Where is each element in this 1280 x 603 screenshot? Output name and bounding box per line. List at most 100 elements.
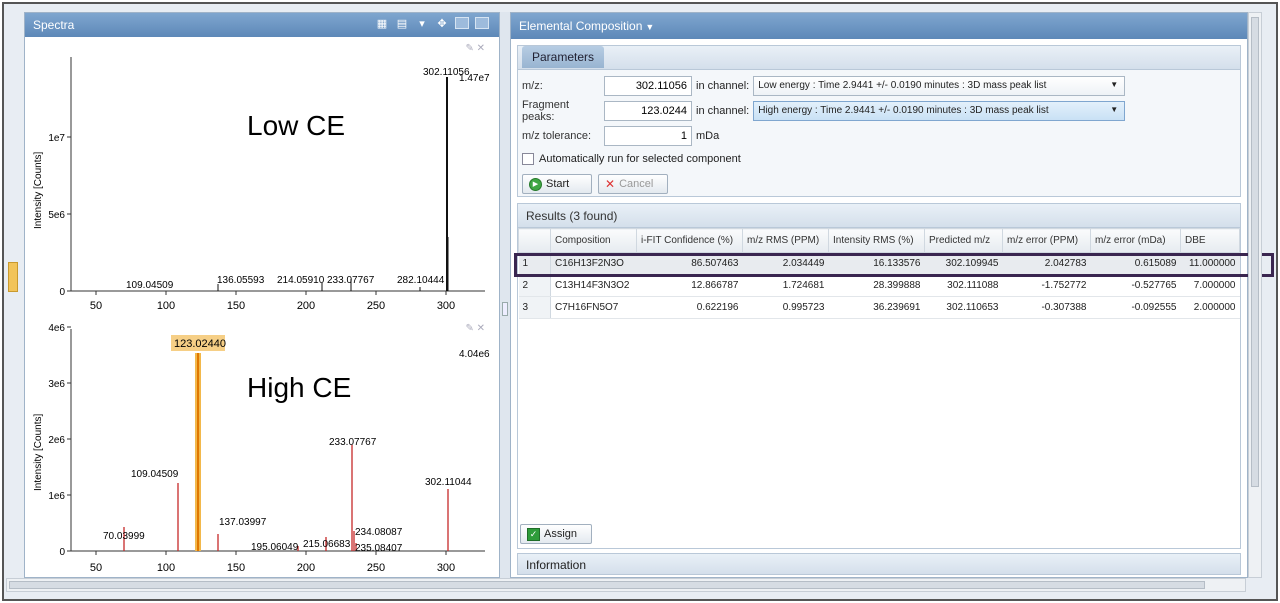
peak-label: 109.04509 (131, 469, 179, 480)
y-axis-title: Intensity [Counts] (33, 414, 44, 491)
peak-label: 235.08407 (355, 543, 403, 554)
check-icon: ✓ (527, 527, 540, 541)
start-label: Start (546, 178, 570, 190)
pane-splitter[interactable] (500, 12, 510, 578)
fragment-row: Fragment peaks: in channel: High energy … (522, 99, 1126, 123)
error-ppm-cell: -0.307388 (1002, 296, 1091, 319)
composition-cell: C7H16FN5O7 (550, 296, 637, 319)
scrollbar-thumb[interactable] (9, 581, 1205, 589)
fragment-input[interactable] (604, 101, 692, 121)
peak-label: 136.05593 (217, 275, 265, 286)
table-row[interactable]: 2 C13H14F3N3O2 12.866787 1.724681 28.399… (518, 274, 1240, 297)
collapse-handle[interactable] (8, 262, 18, 292)
information-bar[interactable]: Information (517, 553, 1241, 575)
x-tick-label: 250 (367, 300, 385, 312)
chevron-down-icon: ▼ (1110, 105, 1119, 114)
index-column[interactable] (518, 228, 551, 253)
high-ce-spectrum: ✎ ✕ 0 1e6 2e6 3e6 4e6 Intensity [Counts] (25, 319, 501, 579)
low-energy-channel-select[interactable]: Low energy : Time 2.9441 +/- 0.0190 minu… (753, 76, 1126, 96)
column-header[interactable]: Composition (550, 228, 637, 253)
y-ticks (67, 326, 71, 552)
auto-run-row: Automatically run for selected component (522, 153, 741, 165)
tolerance-input[interactable] (604, 126, 692, 146)
mz-input[interactable] (604, 76, 692, 96)
ifit-cell: 12.866787 (636, 274, 743, 297)
minimize-icon[interactable] (455, 17, 469, 29)
play-icon: ▶ (529, 177, 542, 191)
auto-run-checkbox[interactable] (522, 153, 534, 165)
pin-icon[interactable]: ✎ ✕ (465, 43, 485, 54)
error-mda-cell: -0.527765 (1090, 274, 1181, 297)
dbe-cell: 2.000000 (1180, 296, 1240, 319)
high-channel-value: High energy : Time 2.9441 +/- 0.0190 min… (758, 105, 1049, 116)
chevron-down-icon: ▼ (1110, 80, 1119, 89)
composition-cell: C13H14F3N3O2 (550, 274, 637, 297)
information-label: Information (526, 558, 587, 572)
start-button[interactable]: ▶ Start (522, 174, 592, 194)
maximize-icon[interactable] (475, 17, 489, 29)
x-tick-label: 300 (437, 300, 455, 312)
elemental-composition-header[interactable]: Elemental Composition ▼ (511, 13, 1247, 39)
elemental-composition-panel: Elemental Composition▼ Parameters m/z: i… (510, 12, 1248, 578)
x-tick-label: 200 (297, 300, 315, 312)
selected-row-highlight (514, 253, 1274, 277)
high-energy-channel-select[interactable]: High energy : Time 2.9441 +/- 0.0190 min… (753, 101, 1126, 121)
spectra-title: Spectra (33, 18, 75, 32)
results-title: Results (3 found) (526, 209, 618, 223)
column-header[interactable]: DBE (1180, 228, 1240, 253)
highlighted-peak-label: 123.02440 (174, 338, 226, 350)
column-header[interactable]: i-FIT Confidence (%) (636, 228, 743, 253)
pin-icon[interactable]: ✎ ✕ (465, 323, 485, 334)
y-tick-label: 0 (59, 547, 65, 558)
peak-label: 137.03997 (219, 517, 267, 528)
cancel-label: Cancel (619, 178, 654, 190)
y-tick-label: 4e6 (48, 323, 65, 334)
column-header[interactable]: m/z RMS (PPM) (742, 228, 829, 253)
assign-button[interactable]: ✓ Assign (520, 524, 592, 544)
peak-label: 109.04509 (126, 280, 174, 291)
x-tick-label: 100 (157, 300, 175, 312)
scrollbar-thumb[interactable] (1251, 17, 1259, 487)
peak-label: 233.07767 (329, 437, 377, 448)
x-ticks (95, 291, 447, 295)
x-tick-label: 50 (90, 300, 102, 312)
y-tick-label: 1e7 (48, 133, 65, 144)
column-header[interactable]: m/z error (PPM) (1002, 228, 1091, 253)
peak-label: 233.07767 (327, 275, 375, 286)
peak-label: 195.06049 (251, 542, 299, 553)
table-row[interactable]: 3 C7H16FN5O7 0.622196 0.995723 36.239691… (518, 296, 1240, 319)
fragment-label: Fragment peaks: (522, 99, 570, 123)
move-icon[interactable]: ✥ (435, 16, 449, 30)
chevron-down-icon[interactable]: ▼ (645, 22, 654, 32)
horizontal-scrollbar[interactable] (6, 578, 1246, 592)
close-icon: ✕ (605, 177, 616, 191)
splitter-grip[interactable] (502, 302, 508, 316)
column-header[interactable]: m/z error (mDa) (1090, 228, 1181, 253)
table-icon[interactable]: ▦ (375, 16, 389, 30)
column-header[interactable]: Predicted m/z (924, 228, 1003, 253)
x-tick-label: 200 (297, 562, 315, 574)
row-index: 2 (518, 274, 551, 297)
column-header[interactable]: Intensity RMS (%) (828, 228, 925, 253)
peak-label: 302.11044 (425, 477, 472, 488)
cancel-button[interactable]: ✕ Cancel (598, 174, 668, 194)
spectra-header: Spectra ▦ ▤ ▾ ✥ (25, 13, 499, 37)
assign-label: Assign (544, 528, 578, 540)
y-tick-label: 3e6 (48, 379, 65, 390)
peak-label: 234.08087 (355, 527, 403, 538)
dropdown-icon[interactable]: ▾ (415, 16, 429, 30)
low-ce-spectrum: ✎ ✕ 0 5e6 1e7 Intensity [Counts] 50 100 … (25, 37, 501, 319)
y-axis-title: Intensity [Counts] (33, 152, 44, 229)
peak-label: 214.05910 (277, 275, 325, 286)
max-intensity-label: 4.04e6 (459, 349, 490, 360)
y-tick-label: 0 (59, 287, 65, 298)
channel-label: in channel: (696, 80, 750, 92)
auto-run-label: Automatically run for selected component (539, 153, 741, 165)
vertical-scrollbar[interactable] (1248, 12, 1262, 578)
layers-icon[interactable]: ▤ (395, 16, 409, 30)
parameters-tab[interactable]: Parameters (522, 46, 605, 68)
intensity-rms-cell: 28.399888 (828, 274, 925, 297)
peak-label: 215.06683 (303, 539, 351, 550)
row-index: 3 (518, 296, 551, 319)
x-tick-label: 150 (227, 562, 245, 574)
